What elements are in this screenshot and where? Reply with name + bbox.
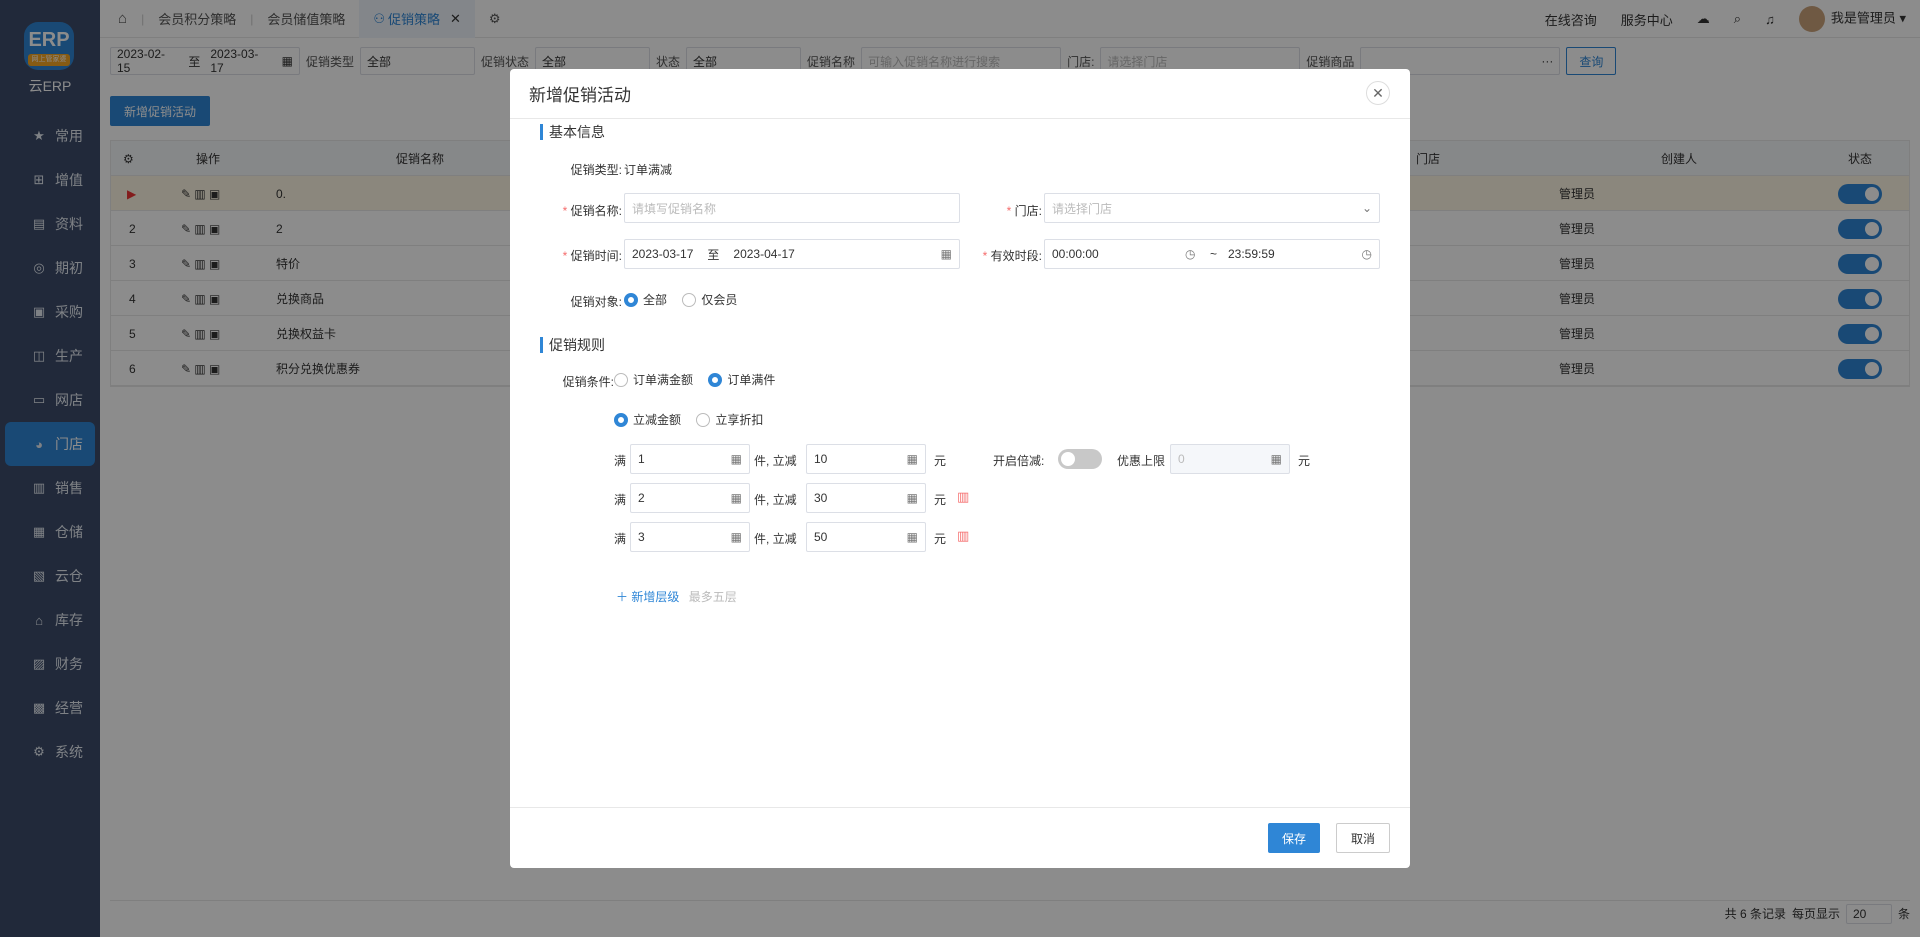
target-member-radio[interactable]: 仅会员 <box>682 291 737 308</box>
plus-icon: ＋ <box>616 590 629 604</box>
tier-amount-input[interactable]: 50 ▦ <box>806 522 926 552</box>
calculator-icon: ▦ <box>730 452 742 466</box>
tier-amount-input[interactable]: 10 ▦ <box>806 444 926 474</box>
tier-amount-input[interactable]: 30 ▦ <box>806 483 926 513</box>
target-radio-group: 全部 仅会员 <box>624 291 749 310</box>
calculator-icon: ▦ <box>906 530 918 544</box>
cond-count-radio[interactable]: 订单满件 <box>708 371 775 388</box>
store-select[interactable]: 请选择门店 ⌄ <box>1044 193 1380 223</box>
delete-tier-icon[interactable]: ▥ <box>957 528 969 544</box>
calculator-icon: ▦ <box>730 491 742 505</box>
tier-count-input[interactable]: 3 ▦ <box>630 522 750 552</box>
cond-amount-radio[interactable]: 订单满金额 <box>614 371 693 388</box>
promo-type-value: 订单满减 <box>624 163 673 177</box>
clock-icon: ◷ <box>1185 247 1196 261</box>
calculator-icon: ▦ <box>906 452 918 466</box>
clock-icon: ◷ <box>1361 247 1372 261</box>
save-button[interactable]: 保存 <box>1267 823 1320 853</box>
target-all-radio[interactable]: 全部 <box>624 291 667 308</box>
calculator-icon: ▦ <box>1270 452 1282 466</box>
chevron-down-icon: ⌄ <box>1361 201 1372 215</box>
add-promotion-dialog: 新增促销活动 ✕ 基本信息 促销类型: 订单满减 * 促销名称: 请填写促销名称… <box>510 69 1410 868</box>
section-basic-info: 基本信息 <box>540 122 605 142</box>
promo-date-range[interactable]: 2023-03-17 至 2023-04-17 ▦ <box>624 239 960 269</box>
calculator-icon: ▦ <box>906 491 918 505</box>
tier-count-input[interactable]: 1 ▦ <box>630 444 750 474</box>
add-tier-button[interactable]: ＋ 新增层级 最多五层 <box>616 588 737 605</box>
discount-limit-input[interactable]: 0 ▦ <box>1170 444 1290 474</box>
promo-name-input[interactable]: 请填写促销名称 <box>624 193 960 223</box>
discount-radio[interactable]: 立享折扣 <box>696 411 763 428</box>
valid-period-range[interactable]: 00:00:00 ◷ ~ 23:59:59 ◷ <box>1044 239 1380 269</box>
calendar-icon: ▦ <box>940 247 952 261</box>
section-promo-rules: 促销规则 <box>540 335 605 355</box>
reduce-mode-radio-group: 立减金额 立享折扣 <box>614 411 775 430</box>
tier-count-input[interactable]: 2 ▦ <box>630 483 750 513</box>
cancel-button[interactable]: 取消 <box>1335 823 1390 853</box>
dialog-footer: 保存 取消 <box>510 807 1410 868</box>
double-reduce-switch[interactable] <box>1058 449 1102 469</box>
calculator-icon: ▦ <box>730 530 742 544</box>
close-icon[interactable]: ✕ <box>1366 81 1390 105</box>
delete-tier-icon[interactable]: ▥ <box>957 489 969 505</box>
dialog-title: 新增促销活动 <box>510 69 1410 119</box>
reduce-amount-radio[interactable]: 立减金额 <box>614 411 681 428</box>
condition-radio-group: 订单满金额 订单满件 <box>614 371 787 390</box>
